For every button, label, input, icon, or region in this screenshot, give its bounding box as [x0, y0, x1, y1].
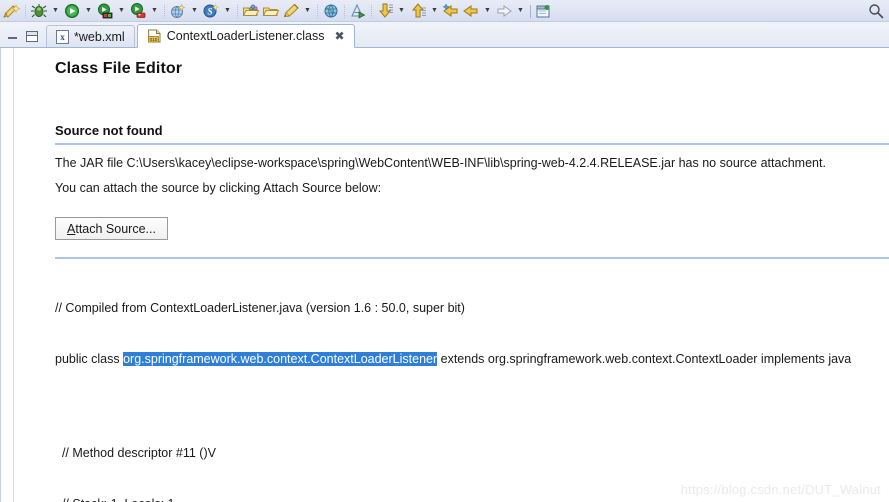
new-web-project-dropdown-arrow[interactable]: ▼ [188, 1, 201, 21]
debug-icon[interactable] [29, 1, 49, 21]
attach-source-button[interactable]: Attach Source... [55, 217, 168, 240]
editor-left-ruler [1, 48, 14, 502]
toolbar-separator [527, 3, 534, 19]
toolbar-separator [234, 3, 241, 19]
new-window-icon[interactable] [534, 1, 554, 21]
search-java-icon[interactable] [348, 1, 368, 21]
attach-source-label: ttach Source... [75, 221, 156, 236]
decl-suffix: extends org.springframework.web.context.… [437, 352, 852, 366]
heading-rule [55, 143, 889, 145]
forward-icon[interactable] [494, 1, 514, 21]
edit-icon[interactable] [281, 1, 301, 21]
back-history-icon[interactable] [441, 1, 461, 21]
view-controls [0, 31, 46, 47]
jar-message-line: The JAR file C:\Users\kacey\eclipse-work… [55, 156, 826, 170]
watermark: https://blog.csdn.net/DUT_Walnut [680, 482, 881, 497]
edit-dropdown-arrow[interactable]: ▼ [301, 1, 314, 21]
main-toolbar: ▼ ▼ ▼ ▼ ▼ S ▼ ▼ ▼ ▼ ▼ ▼ [0, 0, 889, 22]
open-type-icon[interactable] [241, 1, 261, 21]
forward-dropdown-arrow[interactable]: ▼ [514, 1, 527, 21]
code-rule [55, 257, 889, 259]
open-browser-icon[interactable] [321, 1, 341, 21]
toolbar-separator [22, 3, 29, 19]
spring-tools-dropdown-arrow[interactable]: ▼ [221, 1, 234, 21]
tab-contextloaderlistener-class[interactable]: 010 ContextLoaderListener.class ✖ [136, 24, 355, 48]
previous-annotation-dropdown-arrow[interactable]: ▼ [428, 1, 441, 21]
section-heading-source-not-found: Source not found [55, 123, 163, 138]
toolbar-separator [368, 3, 375, 19]
decl-prefix: public class [55, 352, 124, 366]
bytecode-view[interactable]: // Compiled from ContextLoaderListener.j… [55, 266, 889, 502]
next-annotation-dropdown-arrow[interactable]: ▼ [395, 1, 408, 21]
editor-tab-bar: x *web.xml 010 ContextLoaderListener.cla… [0, 22, 889, 48]
new-wizard-icon[interactable] [2, 1, 22, 21]
selected-class-name[interactable]: org.springframework.web.context.ContextL… [123, 352, 438, 366]
class-file-editor: Class File Editor Source not found The J… [0, 48, 889, 502]
minimize-view-icon[interactable] [8, 35, 17, 39]
spring-tools-icon[interactable]: S [201, 1, 221, 21]
code-comment-line: // Compiled from ContextLoaderListener.j… [55, 301, 465, 315]
code-line: // Method descriptor #11 ()V [55, 446, 216, 460]
run-last-tool-dropdown-arrow[interactable]: ▼ [148, 1, 161, 21]
close-icon[interactable]: ✖ [334, 30, 344, 42]
back-icon[interactable] [461, 1, 481, 21]
class-file-icon: 010 [147, 29, 162, 43]
toolbar-separator [341, 3, 348, 19]
attach-hint-line: You can attach the source by clicking At… [55, 181, 382, 195]
page-title: Class File Editor [55, 60, 183, 77]
svg-text:S: S [207, 6, 212, 16]
svg-text:010: 010 [149, 37, 157, 42]
new-web-project-icon[interactable] [168, 1, 188, 21]
xml-file-icon: x [56, 29, 69, 44]
back-dropdown-arrow[interactable]: ▼ [481, 1, 494, 21]
open-resource-icon[interactable] [261, 1, 281, 21]
debug-dropdown-arrow[interactable]: ▼ [49, 1, 62, 21]
tab-label: *web.xml [74, 29, 125, 44]
toolbar-separator [161, 3, 168, 19]
search-icon[interactable] [865, 1, 887, 21]
tab-label: ContextLoaderListener.class [166, 29, 325, 43]
run-icon[interactable] [62, 1, 82, 21]
run-as-server-dropdown-arrow[interactable]: ▼ [115, 1, 128, 21]
code-declaration-line: public class org.springframework.web.con… [55, 351, 889, 368]
run-dropdown-arrow[interactable]: ▼ [82, 1, 95, 21]
run-last-tool-icon[interactable] [128, 1, 148, 21]
toolbar-separator [314, 3, 321, 19]
attach-source-mnemonic: A [67, 221, 76, 236]
next-annotation-icon[interactable] [375, 1, 395, 21]
editor-content: Class File Editor Source not found The J… [15, 48, 889, 502]
previous-annotation-icon[interactable] [408, 1, 428, 21]
maximize-view-icon[interactable] [26, 31, 38, 42]
run-as-server-icon[interactable] [95, 1, 115, 21]
tab-web-xml[interactable]: x *web.xml [46, 25, 135, 47]
